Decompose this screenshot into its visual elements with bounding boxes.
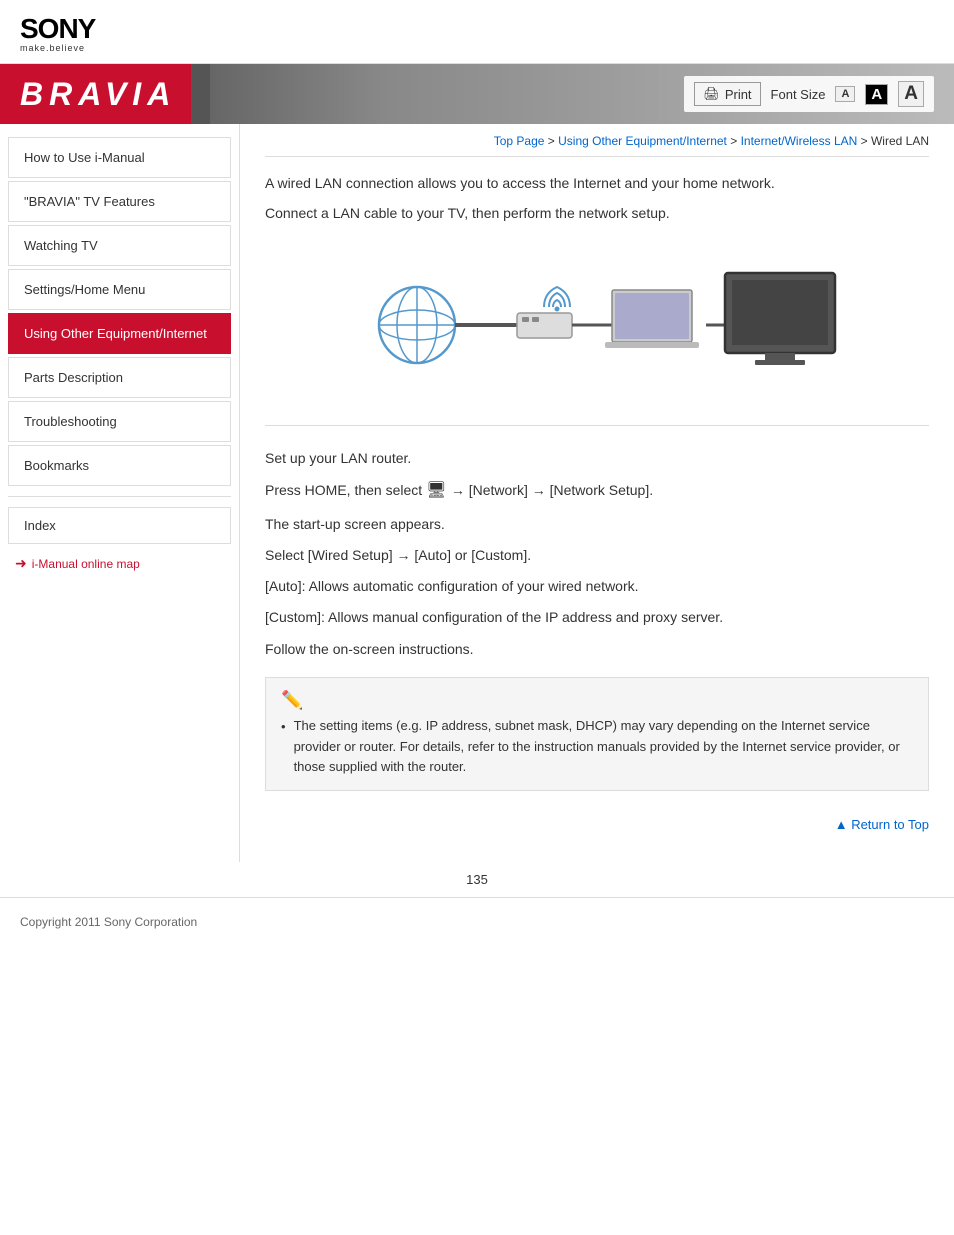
print-button[interactable]: 🖨 Print	[694, 82, 760, 106]
sony-text: SONY	[20, 15, 934, 43]
font-medium-button[interactable]: A	[865, 84, 888, 105]
header: SONY make.believe	[0, 0, 954, 64]
sidebar: How to Use i-Manual "BRAVIA" TV Features…	[0, 124, 240, 862]
note-text: The setting items (e.g. IP address, subn…	[294, 716, 913, 778]
return-to-top-link[interactable]: ▲ Return to Top	[835, 817, 929, 832]
bravia-title: BRAVIA	[20, 76, 176, 113]
copyright-text: Copyright 2011 Sony Corporation	[20, 915, 197, 929]
breadcrumb-sep2: >	[730, 134, 740, 148]
bullet-dot: •	[281, 719, 286, 734]
step-4-text: Follow the on-screen instructions.	[265, 637, 929, 662]
network-icon: 🖥	[426, 482, 451, 499]
step-3-text: Select [Wired Setup] → [Auto] or [Custom…	[265, 543, 929, 568]
main-container: How to Use i-Manual "BRAVIA" TV Features…	[0, 124, 954, 862]
content-area: Top Page > Using Other Equipment/Interne…	[240, 124, 954, 862]
sidebar-item-bravia-features[interactable]: "BRAVIA" TV Features	[8, 181, 231, 222]
sidebar-item-how-to-use[interactable]: How to Use i-Manual	[8, 137, 231, 178]
note-box: ✏️ • The setting items (e.g. IP address,…	[265, 677, 929, 791]
step-3-custom: [Custom]: Allows manual configuration of…	[265, 605, 929, 630]
triangle-up-icon: ▲	[835, 817, 851, 832]
breadcrumb: Top Page > Using Other Equipment/Interne…	[265, 134, 929, 157]
sidebar-index[interactable]: Index	[8, 507, 231, 544]
sony-logo: SONY make.believe	[20, 15, 934, 53]
online-map-label: i-Manual online map	[32, 557, 140, 571]
font-small-button[interactable]: A	[835, 86, 855, 102]
sidebar-item-troubleshooting[interactable]: Troubleshooting	[8, 401, 231, 442]
breadcrumb-sep1: >	[548, 134, 558, 148]
intro-text-1: A wired LAN connection allows you to acc…	[265, 172, 929, 194]
font-size-label: Font Size	[771, 87, 826, 102]
arrow-right-icon: ➜	[15, 555, 27, 572]
section-divider	[265, 425, 929, 426]
sony-tagline: make.believe	[20, 43, 934, 53]
note-bullet: • The setting items (e.g. IP address, su…	[281, 716, 913, 778]
font-large-button[interactable]: A	[898, 81, 924, 107]
step-1-text: Set up your LAN router.	[265, 446, 929, 471]
network-diagram	[265, 245, 929, 405]
breadcrumb-internet-lan[interactable]: Internet/Wireless LAN	[741, 134, 858, 148]
online-map-link[interactable]: ➜ i-Manual online map	[0, 547, 239, 580]
return-top: ▲ Return to Top	[265, 806, 929, 842]
banner-controls: 🖨 Print Font Size A A A	[684, 76, 934, 112]
intro-text-2: Connect a LAN cable to your TV, then per…	[265, 202, 929, 224]
note-icon: ✏️	[281, 690, 913, 711]
bravia-banner: BRAVIA 🖨 Print Font Size A A A	[0, 64, 954, 124]
sidebar-item-using-other[interactable]: Using Other Equipment/Internet	[8, 313, 231, 354]
step-2-line2: The start-up screen appears.	[265, 512, 929, 537]
breadcrumb-using-other[interactable]: Using Other Equipment/Internet	[558, 134, 727, 148]
network-diagram-svg	[357, 245, 837, 405]
breadcrumb-current: Wired LAN	[871, 134, 929, 148]
sidebar-item-parts[interactable]: Parts Description	[8, 357, 231, 398]
page-number: 135	[0, 862, 954, 897]
breadcrumb-sep3: >	[861, 134, 871, 148]
breadcrumb-top[interactable]: Top Page	[494, 134, 545, 148]
sidebar-item-bookmarks[interactable]: Bookmarks	[8, 445, 231, 486]
sidebar-item-watching-tv[interactable]: Watching TV	[8, 225, 231, 266]
sidebar-item-settings[interactable]: Settings/Home Menu	[8, 269, 231, 310]
printer-icon: 🖨	[703, 86, 720, 102]
step-3-auto: [Auto]: Allows automatic configuration o…	[265, 574, 929, 599]
sidebar-divider	[8, 496, 231, 497]
footer: Copyright 2011 Sony Corporation	[0, 897, 954, 944]
step-2-text: Press HOME, then select 🖥 → [Network] → …	[265, 477, 929, 506]
